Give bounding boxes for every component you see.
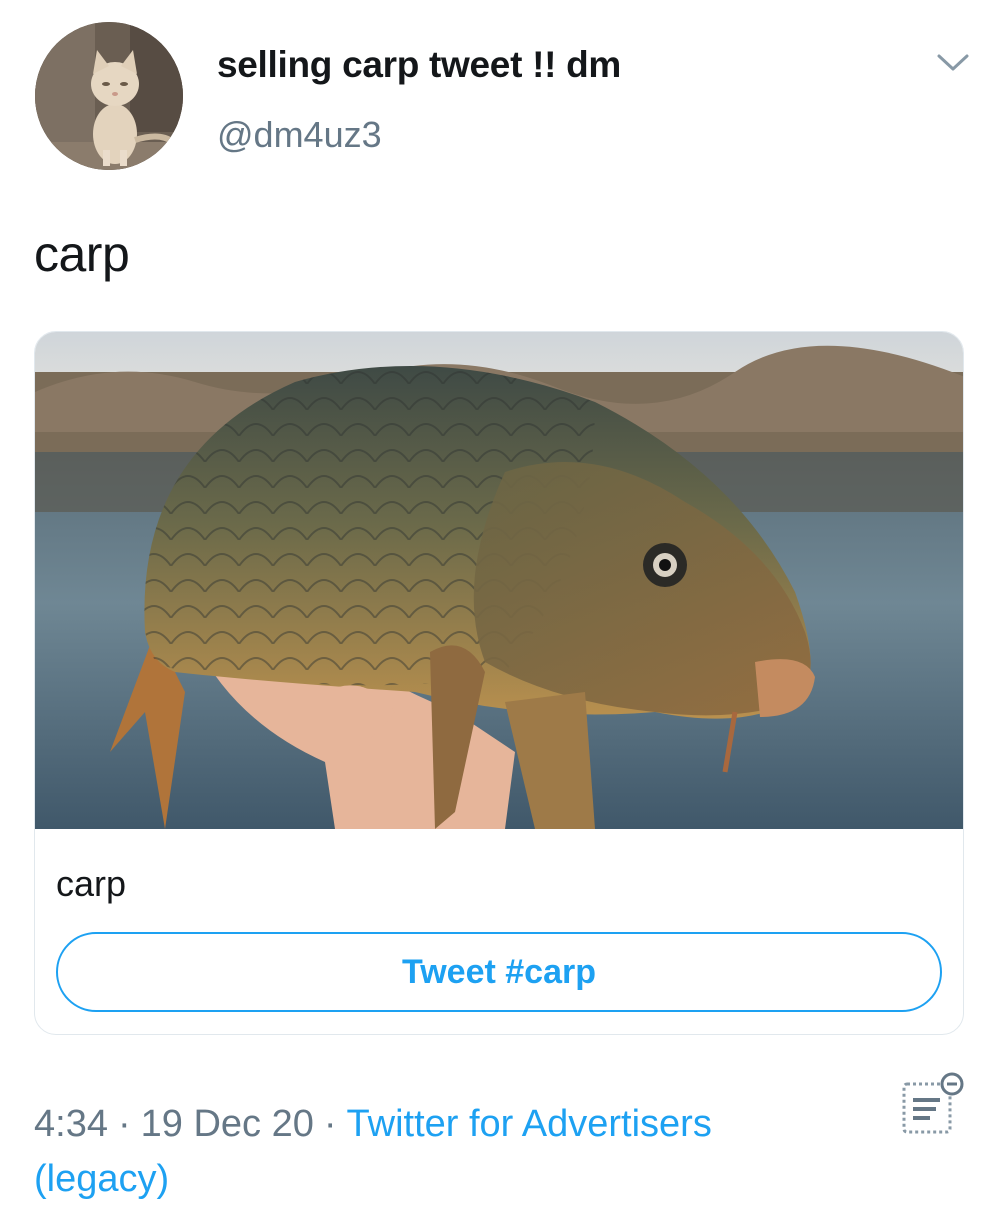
tweet-hashtag-button[interactable]: Tweet #carp [56,932,942,1012]
chevron-down-icon[interactable] [936,52,970,74]
separator: · [323,1103,337,1145]
display-name[interactable]: selling carp tweet !! dm [217,44,621,86]
tweet-source-link[interactable]: Twitter for Advertisers (legacy) [34,1103,712,1200]
tweet-text: carp [34,226,130,282]
cat-avatar-image [35,22,183,170]
carp-photo[interactable] [35,332,964,829]
analytics-icon[interactable] [900,1072,966,1136]
avatar[interactable] [35,22,183,170]
separator: · [117,1103,131,1145]
promo-card[interactable]: carp Tweet #carp [34,331,964,1035]
tweet-meta: 4:34 · 19 Dec 20 · Twitter for Advertisers (… [34,1097,834,1207]
tweet-date[interactable]: 19 Dec 20 [141,1103,314,1145]
card-title: carp [56,863,127,904]
tweet-time[interactable]: 4:34 [34,1103,108,1145]
user-handle[interactable]: @dm4uz3 [217,114,382,156]
